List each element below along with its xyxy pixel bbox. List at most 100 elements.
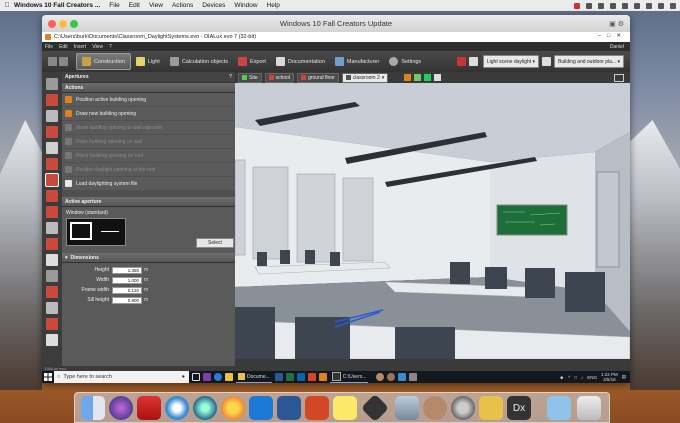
system-preferences-icon[interactable] (451, 396, 475, 420)
tool-site-icon[interactable] (46, 78, 58, 90)
tool-groups-icon[interactable] (46, 318, 58, 330)
dropbox-status-icon[interactable] (598, 2, 604, 9)
tab-site[interactable]: Site (238, 72, 262, 83)
apple-menu-icon[interactable]:  (0, 2, 14, 9)
pause-status-icon[interactable] (574, 2, 580, 9)
action-load-daylighting[interactable]: Load daylighting system file (62, 177, 235, 191)
user-name[interactable]: Daniel (610, 44, 630, 50)
tool-columns-icon[interactable] (46, 238, 58, 250)
menu-help[interactable]: ? (109, 44, 112, 50)
collapse-icon[interactable]: ▾ (65, 255, 68, 261)
fit-view-icon[interactable] (434, 74, 442, 81)
clock[interactable]: 1:22 PM 3/5/18 (601, 372, 618, 382)
tool-building-icon[interactable] (46, 94, 58, 106)
parallels-status-icon[interactable] (586, 2, 592, 9)
menubar-devices[interactable]: Devices (202, 2, 225, 9)
tab-ground-floor[interactable]: ground floor (297, 72, 339, 83)
trash-icon[interactable] (577, 396, 601, 420)
sill-height-input[interactable]: 0.800 (112, 296, 142, 304)
parallels-icon[interactable] (137, 396, 161, 420)
undo-icon[interactable] (48, 57, 57, 66)
downloads-icon[interactable] (547, 396, 571, 420)
tool-aperture-icon[interactable] (45, 173, 59, 187)
person-icon[interactable] (387, 372, 396, 382)
3d-viewport[interactable]: Site school ground floor classroom 2 ▾ (235, 72, 630, 366)
tool-wall-icon[interactable] (46, 158, 58, 170)
photo-browser-icon[interactable] (221, 396, 245, 420)
maximize-viewport-icon[interactable] (614, 73, 624, 82)
up-arrow-icon[interactable]: ^ (568, 375, 570, 380)
tab-export[interactable]: Export (233, 54, 271, 69)
menubar-view[interactable]: View (149, 2, 163, 9)
finder-icon[interactable] (81, 396, 105, 420)
tab-settings[interactable]: Settings (384, 54, 426, 69)
dialux-dock-icon[interactable]: Dx (507, 396, 531, 420)
active-aperture-header[interactable]: Active aperture (62, 197, 235, 207)
powerpoint-dock-icon[interactable] (305, 396, 329, 420)
tool-objects-icon[interactable] (46, 302, 58, 314)
taskbar-command-window[interactable]: C:\Users... (329, 371, 369, 383)
actions-header[interactable]: Actions (62, 83, 235, 93)
navigation-icon[interactable] (404, 74, 412, 81)
windows-icon[interactable] (249, 396, 273, 420)
outlook-icon[interactable] (296, 372, 305, 382)
person-tray-icon[interactable]: ☻ (559, 375, 564, 380)
tab-manufacturer[interactable]: Manufacturer (330, 54, 384, 69)
window-toolbar-icons[interactable]: ▣ ⚙ (609, 20, 624, 28)
safari-icon[interactable] (165, 396, 189, 420)
tool-stairs-icon[interactable] (46, 222, 58, 234)
green-shield-icon[interactable] (424, 74, 432, 81)
dialux-shortcut-icon[interactable] (360, 393, 390, 423)
preview-icon[interactable] (395, 396, 419, 420)
tool-room-icon[interactable] (46, 126, 58, 138)
tab-construction[interactable]: Construction (76, 53, 131, 70)
word-dock-icon[interactable] (277, 396, 301, 420)
contact-photo-icon[interactable] (423, 396, 447, 420)
action-position-opening[interactable]: Position active building opening (62, 93, 235, 107)
microphone-icon[interactable]: ● (182, 374, 185, 380)
notes-icon[interactable] (333, 396, 357, 420)
language-indicator[interactable]: ENG (587, 375, 597, 380)
tool-furniture-icon[interactable] (46, 254, 58, 266)
tool-storey-icon[interactable] (46, 110, 58, 122)
window-controls[interactable]: –□✕ (598, 33, 627, 39)
excel-icon[interactable] (285, 372, 294, 382)
dialux-taskbar-icon[interactable] (318, 372, 327, 382)
taskbar-documents[interactable]: Docume... (236, 371, 272, 383)
height-input[interactable]: 1.350 (112, 266, 142, 274)
file-explorer-icon[interactable] (225, 372, 233, 382)
notifications-icon[interactable]: ▤ (622, 374, 626, 380)
tab-classroom-2[interactable]: classroom 2 ▾ (341, 72, 389, 83)
frame-width-input[interactable]: 0.120 (112, 286, 142, 294)
tab-calculation-objects[interactable]: Calculation objects (165, 54, 233, 69)
tab-light[interactable]: Light (131, 54, 165, 69)
photos-icon[interactable] (376, 372, 385, 382)
menubar-app-name[interactable]: Windows 10 Fall Creators ... (14, 2, 100, 9)
view-select[interactable]: Building and outdoor pla... ▾ (553, 55, 624, 68)
task-view-icon[interactable] (192, 372, 200, 382)
view-mode-icon[interactable] (541, 57, 551, 66)
action-draw-opening[interactable]: Draw new building opening (62, 107, 235, 121)
tab-school[interactable]: school (264, 72, 295, 83)
siri-status-icon[interactable] (658, 2, 664, 9)
menu-view[interactable]: View (92, 44, 103, 50)
windows-start-icon[interactable] (42, 371, 54, 383)
tool-materials-icon[interactable] (46, 270, 58, 282)
light-scene-select[interactable]: Light scene daylight ▾ (482, 55, 539, 68)
onenote-icon[interactable] (203, 372, 211, 382)
record-icon[interactable] (456, 57, 466, 66)
edge-icon[interactable] (214, 372, 222, 382)
network-icon[interactable]: □ (574, 375, 577, 380)
menu-insert[interactable]: Insert (74, 44, 87, 50)
volume-status-icon[interactable] (634, 2, 640, 9)
menu-edit[interactable]: Edit (59, 44, 68, 50)
help-icon[interactable]: ? (229, 74, 232, 80)
siri-icon[interactable] (109, 396, 133, 420)
windows-folder-icon[interactable] (479, 396, 503, 420)
volume-icon[interactable]: ♪ (581, 375, 583, 380)
battery-status-icon[interactable] (622, 2, 628, 9)
redo-icon[interactable] (59, 57, 68, 66)
tool-textures-icon[interactable] (46, 286, 58, 298)
tool-ceiling-icon[interactable] (46, 142, 58, 154)
dimensions-header[interactable]: ▾ Dimensions (62, 253, 235, 263)
